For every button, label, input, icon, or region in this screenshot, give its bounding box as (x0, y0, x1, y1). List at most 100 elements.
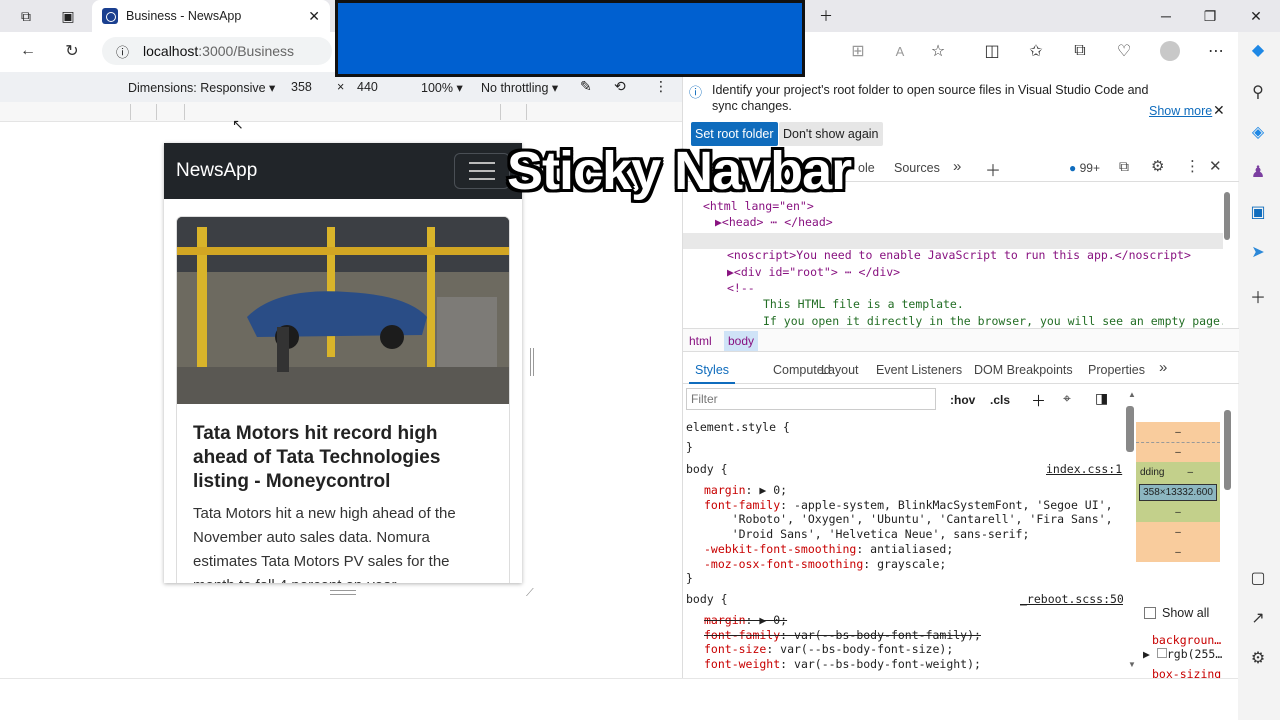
site-info-icon[interactable]: ⓘ (116, 42, 129, 61)
resize-handle-right[interactable] (530, 348, 534, 376)
show-more-link[interactable]: Show more (1149, 104, 1212, 118)
rule1-declarations[interactable]: margin: ▶ 0; font-family: -apple-system, … (704, 483, 1113, 571)
sidebar-layout-icon[interactable]: ▢ (1248, 568, 1268, 588)
navbar-toggler-button[interactable] (454, 153, 510, 189)
device-more-icon[interactable]: ⋮ (654, 78, 668, 95)
more-tabs-icon[interactable]: » (953, 158, 961, 175)
dom-node-line[interactable]: This HTML file is a template. (703, 296, 1223, 312)
more-menu-icon[interactable]: ⋯ (1206, 41, 1226, 61)
open-external-icon[interactable]: ↗ (1248, 608, 1268, 628)
close-tab-icon[interactable]: ✕ (308, 8, 320, 25)
back-icon[interactable]: ← (18, 41, 38, 61)
throttling-select[interactable]: No throttling ▾ (481, 80, 558, 95)
dom-node-line[interactable]: ▶<head> ⋯ </head> (703, 214, 1223, 230)
css-declaration[interactable]: font-family: var(--bs-body-font-family); (704, 628, 981, 643)
dimensions-select[interactable]: Dimensions: Responsive ▾ (128, 80, 275, 95)
games-icon[interactable]: ♟ (1248, 162, 1268, 182)
apps-icon[interactable]: ⊞ (848, 41, 868, 61)
close-window-icon[interactable]: ✕ (1246, 6, 1266, 26)
dom-node-line[interactable]: If you open it directly in the browser, … (703, 313, 1223, 328)
breadcrumb-html[interactable]: html (689, 334, 712, 348)
workspaces-icon[interactable]: ⧉ (16, 6, 36, 26)
tab-actions-icon[interactable]: ▣ (58, 6, 78, 26)
browser-tab[interactable]: Business - NewsApp ✕ (92, 0, 330, 32)
favorite-star-icon[interactable]: ☆ (928, 41, 948, 61)
height-input[interactable]: 440 (357, 80, 378, 94)
split-screen-icon[interactable]: ◫ (982, 41, 1002, 61)
dom-node-line[interactable]: <!-- (703, 280, 1223, 296)
refresh-icon[interactable]: ↻ (62, 41, 82, 61)
dom-tree[interactable]: <html lang="en">▶<head> ⋯ </head>▼<body>… (683, 186, 1223, 328)
resize-handle-bottom[interactable] (330, 590, 356, 595)
css-declaration[interactable]: margin: ▶ 0; (704, 483, 1113, 498)
devtools-settings-icon[interactable]: ⚙ (1151, 157, 1164, 175)
add-sidebar-app-icon[interactable]: ＋ (1248, 286, 1268, 307)
scroll-up-icon[interactable]: ▲ (1128, 390, 1136, 399)
address-input[interactable]: ⓘ localhost:3000/Business (102, 37, 332, 65)
computed-value[interactable]: ▶ rgb(255… (1143, 647, 1222, 661)
search-icon[interactable]: ⚲ (1248, 82, 1268, 102)
avatar[interactable] (1160, 41, 1180, 61)
computed-property[interactable]: backgroun… (1152, 633, 1221, 647)
dom-scrollbar[interactable] (1224, 192, 1230, 240)
tab-dom-breakpoints[interactable]: DOM Breakpoints (974, 363, 1073, 377)
element-style-selector[interactable]: element.style { (686, 420, 790, 434)
tab-layout[interactable]: Layout (821, 363, 859, 377)
styles-filter-input[interactable] (686, 388, 936, 410)
touch-icon[interactable]: ✎ (580, 78, 592, 95)
rule2-selector[interactable]: body { (686, 592, 728, 606)
device-link-icon[interactable]: ⧉ (1119, 158, 1129, 175)
paint-brush-icon[interactable]: ⌖ (1063, 390, 1071, 407)
scroll-down-icon[interactable]: ▼ (1128, 660, 1136, 669)
show-all-checkbox[interactable]: Show all (1144, 606, 1209, 620)
width-input[interactable]: 358 (291, 80, 312, 94)
new-tab-icon[interactable]: ＋ (816, 6, 836, 26)
computed-property-2[interactable]: box-sizing (1152, 667, 1221, 678)
outlook-icon[interactable]: ▣ (1248, 202, 1268, 222)
add-tab-icon[interactable]: ＋ (985, 157, 1001, 181)
css-declaration[interactable]: font-family: -apple-system, BlinkMacSyst… (704, 498, 1113, 513)
more-panel-tabs-icon[interactable]: » (1159, 359, 1167, 376)
css-declaration[interactable]: font-size: var(--bs-body-font-size); (704, 642, 981, 657)
minimize-icon[interactable]: ─ (1156, 6, 1176, 26)
collections-icon[interactable]: ⧉ (1070, 41, 1090, 61)
zoom-select[interactable]: 100% ▾ (421, 80, 463, 95)
tab-styles[interactable]: Styles (695, 363, 729, 377)
css-declaration[interactable]: -moz-osx-font-smoothing: grayscale; (704, 557, 1113, 572)
devtools-more-icon[interactable]: ⋮ (1185, 157, 1200, 175)
read-aloud-icon[interactable]: A (890, 41, 910, 61)
navbar-brand[interactable]: NewsApp (176, 160, 454, 182)
issues-badge[interactable]: ● 99+ (1069, 161, 1100, 175)
shopping-icon[interactable]: ◈ (1248, 122, 1268, 142)
resize-corner-icon[interactable]: ⟋ (526, 587, 534, 600)
rotate-icon[interactable]: ⟲ (614, 78, 626, 95)
favorites-icon[interactable]: ✩ (1026, 41, 1046, 61)
close-devtools-icon[interactable]: ✕ (1209, 157, 1222, 175)
css-declaration[interactable]: -webkit-font-smoothing: antialiased; (704, 542, 1113, 557)
cls-toggle[interactable]: .cls (990, 393, 1010, 407)
css-declaration[interactable]: 'Roboto', 'Oxygen', 'Ubuntu', 'Cantarell… (704, 512, 1113, 527)
tab-sources[interactable]: Sources (894, 161, 940, 175)
css-declaration[interactable]: margin: ▶ 0; (704, 613, 981, 628)
dom-node-line[interactable]: ▶<div id="root"> ⋯ </div> (703, 264, 1223, 280)
tab-event-listeners[interactable]: Event Listeners (876, 363, 962, 377)
sidebar-toggle-icon[interactable]: ◨ (1095, 390, 1108, 407)
dom-node-line[interactable]: <noscript>You need to enable JavaScript … (703, 247, 1223, 263)
breadcrumb-body[interactable]: body (724, 331, 759, 351)
send-icon[interactable]: ➤ (1248, 242, 1268, 262)
news-card-title[interactable]: Tata Motors hit record high ahead of Tat… (193, 422, 493, 494)
browser-essentials-icon[interactable]: ♡ (1114, 41, 1134, 61)
restore-icon[interactable]: ❐ (1200, 6, 1220, 26)
copilot-icon[interactable]: ◆ (1248, 40, 1268, 60)
css-declaration[interactable]: 'Droid Sans', 'Helvetica Neue', sans-ser… (704, 527, 1113, 542)
hov-toggle[interactable]: :hov (950, 393, 975, 407)
tab-console[interactable]: ole (858, 161, 875, 175)
computed-scrollbar[interactable] (1224, 410, 1231, 490)
rule1-selector[interactable]: body { (686, 462, 728, 476)
rule1-source-link[interactable]: index.css:1 (1046, 462, 1122, 476)
styles-scrollbar[interactable] (1126, 406, 1134, 452)
css-declaration[interactable]: font-weight: var(--bs-body-font-weight); (704, 657, 981, 672)
settings-gear-icon[interactable]: ⚙ (1248, 648, 1268, 668)
device-viewport[interactable]: NewsApp Tata Motors hit record high ahea… (164, 143, 522, 583)
close-notice-icon[interactable]: ✕ (1213, 102, 1225, 119)
